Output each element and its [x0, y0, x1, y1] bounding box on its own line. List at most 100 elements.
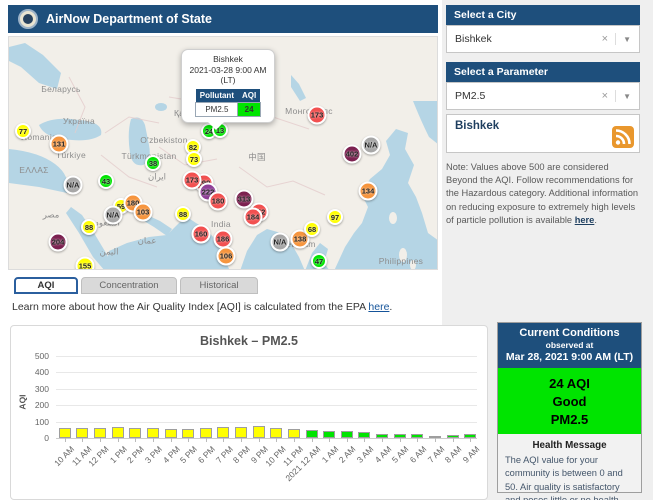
aqi-marker-131[interactable]: 131 — [49, 134, 69, 154]
map-country-label: ΕΛΛΑΣ — [19, 165, 49, 175]
chart-x-label: 8 AM — [442, 444, 464, 465]
chevron-down-icon[interactable]: ▼ — [616, 92, 631, 101]
aqi-marker-38[interactable]: 38 — [145, 155, 161, 171]
chart-x-label: 5 PM — [178, 444, 200, 466]
aqi-marker-n/a[interactable]: N/A — [63, 175, 83, 195]
aqi-note: Note: Values above 500 are considered Be… — [446, 161, 642, 227]
map-country-label: Philippines — [378, 256, 424, 266]
rss-icon[interactable] — [612, 126, 634, 148]
tab-bar: AQI Concentration Historical — [14, 277, 258, 294]
tab-concentration[interactable]: Concentration — [81, 277, 177, 294]
chart-bar-12-pm[interactable] — [94, 427, 107, 438]
chart-bar-2-pm[interactable] — [129, 428, 142, 438]
chart-bar-5-pm[interactable] — [182, 428, 195, 438]
chart-x-label: 4 PM — [160, 444, 182, 466]
epa-link[interactable]: here — [368, 301, 389, 313]
chart-x-tickmark — [241, 438, 243, 442]
chart-bar-10-am[interactable] — [58, 428, 71, 438]
aqi-marker-77[interactable]: 77 — [15, 123, 31, 139]
chart-bar-2021-12-am[interactable] — [305, 429, 318, 438]
map-country-label: Україна — [62, 116, 96, 126]
aqi-marker-160[interactable]: 160 — [191, 224, 211, 244]
current-aqi-pollutant: PM2.5 — [550, 411, 589, 427]
chart-bar-6-pm[interactable] — [199, 427, 212, 438]
chart-gridline — [56, 372, 477, 374]
chart-x-tickmark — [364, 438, 366, 442]
map-country-label: 中国 — [248, 152, 266, 162]
aqi-marker-88[interactable]: 88 — [175, 206, 191, 222]
map-country-label: Беларусь — [41, 84, 81, 94]
parameter-select[interactable]: PM2.5 × ▼ — [446, 82, 640, 110]
aqi-marker-134[interactable]: 134 — [358, 181, 378, 201]
popup-city: Bishkek — [213, 54, 243, 64]
tab-historical[interactable]: Historical — [180, 277, 258, 294]
chart-y-tick: 400 — [34, 367, 49, 378]
aqi-marker-103[interactable]: 103 — [133, 202, 153, 222]
clear-icon[interactable]: × — [595, 90, 617, 102]
chart-bar-1-pm[interactable] — [111, 427, 124, 438]
aqi-marker-97[interactable]: 97 — [327, 209, 343, 225]
chart-x-label: 2 PM — [125, 444, 147, 466]
chart-bar-11-pm[interactable] — [287, 428, 300, 438]
aqi-marker-180[interactable]: 180 — [208, 191, 228, 211]
chevron-down-icon[interactable]: ▼ — [616, 35, 631, 44]
chart-x-label: 8 PM — [231, 444, 253, 466]
chart-x-tickmark — [82, 438, 84, 442]
chart-y-tick: 300 — [34, 383, 49, 394]
chart-x-tickmark — [452, 438, 454, 442]
chart-x-tickmark — [399, 438, 401, 442]
chart-bar-9-pm[interactable] — [252, 425, 265, 438]
aqi-marker-106[interactable]: 106 — [216, 246, 236, 266]
aqi-marker-68[interactable]: 68 — [304, 221, 320, 237]
aqi-marker-186[interactable]: 186 — [213, 229, 233, 249]
map-country-label: India — [211, 219, 231, 229]
aqi-marker-n/a[interactable]: N/A — [103, 205, 123, 225]
aqi-marker-73[interactable]: 73 — [186, 151, 202, 167]
chart-x-tickmark — [64, 438, 66, 442]
learn-more-after: . — [389, 301, 393, 313]
aqi-map[interactable]: Беларусь Україна Romania Türkiye ΕΛΛΑΣ مصر الس… — [8, 36, 438, 270]
health-message-block: Health Message The AQI value for your co… — [498, 440, 641, 500]
aqi-marker-n/a[interactable]: N/A — [361, 135, 381, 155]
app-title: AirNow Department of State — [46, 12, 212, 26]
chart-x-tickmark — [311, 438, 313, 442]
note-here-link[interactable]: here — [575, 215, 595, 225]
map-country-label: O'zbekiston — [140, 135, 188, 145]
chart-x-label: 3 AM — [354, 444, 376, 465]
aqi-marker-155[interactable]: 155 — [75, 256, 95, 269]
tab-aqi[interactable]: AQI — [14, 277, 78, 294]
city-select[interactable]: Bishkek × ▼ — [446, 25, 640, 53]
chart-bar-2-am[interactable] — [340, 431, 353, 438]
aqi-marker-184[interactable]: 184 — [243, 207, 263, 227]
clear-icon[interactable]: × — [595, 33, 617, 45]
current-conditions-panel: Current Conditions observed at Mar 28, 2… — [497, 322, 642, 500]
health-message-title: Health Message — [532, 440, 607, 451]
learn-more-text: Learn more about how the Air Quality Ind… — [12, 301, 392, 313]
chart-x-tickmark — [223, 438, 225, 442]
chart-title: Bishkek – PM2.5 — [200, 334, 298, 348]
observed-at-datetime: Mar 28, 2021 9:00 AM (LT) — [505, 351, 634, 363]
popup-col-pollutant: Pollutant — [195, 88, 238, 103]
chart-bar-10-pm[interactable] — [270, 428, 283, 438]
aqi-marker-204[interactable]: 204 — [48, 232, 68, 252]
aqi-marker-43[interactable]: 43 — [98, 173, 114, 189]
chart-bar-7-pm[interactable] — [217, 427, 230, 438]
aqi-marker-88[interactable]: 88 — [81, 219, 97, 235]
chart-x-label: 10 AM — [51, 444, 76, 469]
aqi-marker-402[interactable]: 402 — [342, 144, 362, 164]
aqi-marker-n/a[interactable]: N/A — [270, 232, 290, 252]
chart-bar-11-am[interactable] — [76, 428, 89, 438]
aqi-marker-47[interactable]: 47 — [311, 253, 327, 269]
aqi-marker-173[interactable]: 173 — [307, 105, 327, 125]
popup-col-aqi: AQI — [237, 88, 261, 103]
chart-gridline — [56, 405, 477, 407]
chart-x-label: 4 AM — [372, 444, 394, 465]
select-parameter-header: Select a Parameter — [446, 62, 640, 82]
chart-bar-1-am[interactable] — [323, 430, 336, 438]
current-aqi-value: 24 AQI — [549, 375, 590, 391]
chart-bar-3-pm[interactable] — [146, 428, 159, 438]
popup-datetime: 2021-03-28 9:00 AM — [189, 64, 267, 75]
chart-bar-8-pm[interactable] — [235, 426, 248, 438]
app-header: AirNow Department of State — [8, 5, 438, 33]
chart-bar-4-pm[interactable] — [164, 428, 177, 438]
